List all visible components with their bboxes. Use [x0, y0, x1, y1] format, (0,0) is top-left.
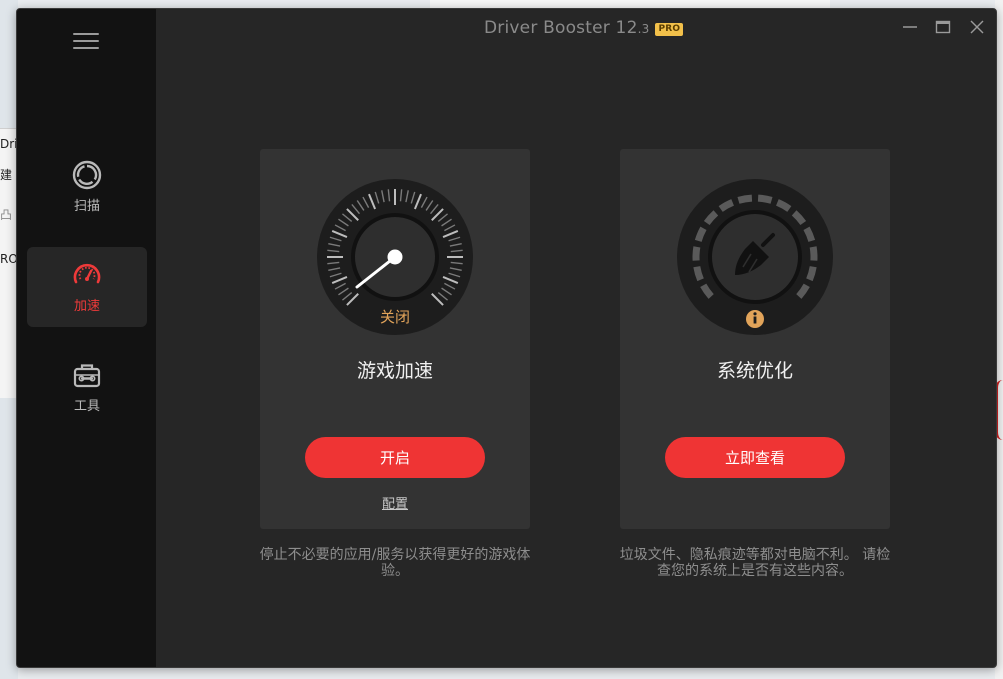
config-link[interactable]: 配置 [382, 497, 408, 512]
pro-badge: PRO [655, 23, 684, 36]
sidebar-item-boost[interactable]: 加速 [27, 247, 147, 327]
dial-segment [692, 246, 701, 261]
minimize-icon[interactable] [900, 17, 920, 37]
dial-segment [737, 194, 753, 204]
system-optimize-title: 系统优化 [716, 360, 793, 382]
dial-segment [757, 194, 773, 204]
game-boost-card: 关闭 游戏加速 开启 配置 [260, 149, 530, 529]
sidebar: 扫描 加速 工具 [17, 9, 156, 667]
game-boost-title: 游戏加速 [356, 360, 433, 382]
app-title-text: Driver Booster 12 [484, 18, 638, 38]
game-boost-description: 停止不必要的应用/服务以获得更好的游戏体验。 [259, 547, 531, 579]
scan-icon [72, 160, 102, 190]
system-optimize-description: 垃圾文件、隐私痕迹等都对电脑不利。 请检查您的系统上是否有这些内容。 [619, 547, 891, 579]
sidebar-item-label: 加速 [73, 299, 100, 314]
hamburger-icon[interactable] [73, 33, 99, 51]
dial-segment [693, 266, 704, 282]
app-version: .3 [637, 22, 650, 36]
maximize-icon[interactable] [933, 17, 953, 37]
game-boost-status: 关闭 [379, 308, 410, 326]
view-now-button[interactable]: 立即查看 [665, 437, 845, 478]
sidebar-item-scan[interactable]: 扫描 [27, 147, 147, 227]
sidebar-item-label: 工具 [73, 399, 100, 414]
toolbox-icon [73, 364, 101, 388]
sidebar-item-label: 扫描 [73, 199, 100, 214]
system-optimize-dial [677, 179, 833, 335]
speedometer-icon [73, 263, 101, 284]
dial-segment [806, 266, 817, 282]
title-bar: Driver Booster 12.3 PRO [156, 9, 996, 45]
sidebar-item-tools[interactable]: 工具 [27, 347, 147, 427]
game-boost-enable-button[interactable]: 开启 [305, 437, 485, 478]
app-title: Driver Booster 12.3 PRO [484, 18, 684, 38]
system-optimize-card: 系统优化 立即查看 [620, 149, 890, 529]
game-boost-dial: 关闭 [317, 179, 473, 335]
dial-segment [809, 246, 818, 261]
close-icon[interactable] [967, 17, 987, 37]
app-window: 扫描 加速 工具 Driver Booster 12.3 PRO 关闭 游戏加速… [16, 8, 997, 668]
broom-dial-icon [677, 179, 833, 335]
game-boost-config: 配置 [260, 493, 530, 512]
desktop-background-top [430, 0, 830, 8]
